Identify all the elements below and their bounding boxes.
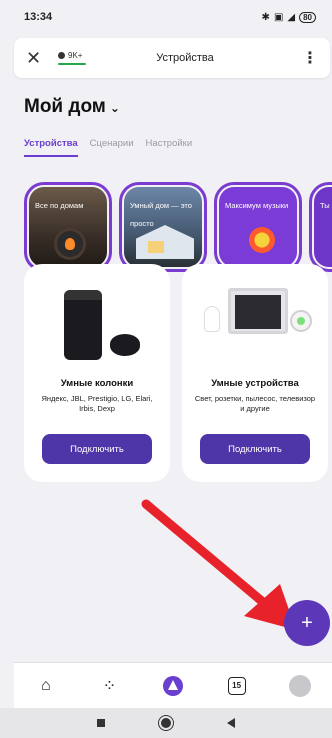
connect-devices-button[interactable]: Подключить: [200, 434, 310, 464]
story-image: Умный дом — это просто: [124, 187, 202, 267]
site-badge[interactable]: 9K+: [58, 51, 98, 65]
home-button-icon[interactable]: [161, 718, 171, 728]
card-smart-devices: Умные устройства Свет, розетки, пылесос,…: [182, 264, 328, 482]
stories-row: Все по домам Умный дом — это просто Макс…: [24, 182, 332, 272]
tab-bar: Устройства Сценарии Настройки: [24, 138, 192, 157]
story-image: Все по домам: [29, 187, 107, 267]
back-icon[interactable]: [227, 718, 235, 728]
music-ring-image: [249, 227, 275, 253]
chevron-down-icon: ⌄: [109, 101, 120, 115]
story-all-homes[interactable]: Все по домам: [24, 182, 112, 272]
calendar-icon[interactable]: 15: [225, 674, 249, 698]
robot-vacuum-image: [290, 310, 312, 332]
card-smart-speakers: Умные колонки Яндекс, JBL, Prestigio, LG…: [24, 264, 170, 482]
kebab-menu-icon[interactable]: ⋮: [302, 48, 318, 68]
tv-image: [228, 288, 288, 334]
apps-grid-icon[interactable]: ⁘: [97, 674, 121, 698]
signal-icon: ◢: [287, 11, 296, 23]
home-title: Мой дом: [24, 96, 106, 117]
battery-icon: 80: [299, 11, 316, 23]
story-music[interactable]: Максимум музыки: [214, 182, 302, 272]
profile-avatar[interactable]: [288, 674, 312, 698]
close-icon[interactable]: ✕: [26, 48, 48, 69]
avatar: [289, 674, 312, 697]
site-badge-row: 9K+: [58, 51, 82, 60]
phone-screen: 13:34 ✱ ▣ ◢ 80 ✕ 9K+ Устройства ⋮ Мой до…: [0, 0, 332, 738]
bluetooth-icon: ✱: [261, 11, 270, 23]
card-subtitle: Яндекс, JBL, Prestigio, LG, Elari, Irbis…: [41, 394, 153, 413]
story-label: Все по домам: [35, 201, 84, 210]
recents-icon[interactable]: [97, 719, 105, 727]
home-selector[interactable]: Мой дом ⌄: [24, 96, 120, 118]
story-image: Максимум музыки: [219, 187, 297, 267]
system-nav: [0, 708, 332, 738]
bulb-image: [204, 306, 220, 332]
tab-scenarios[interactable]: Сценарии: [90, 138, 134, 157]
story-partial[interactable]: Ты на: [309, 182, 332, 272]
arrow-shaft: [141, 499, 275, 613]
story-label: Умный дом — это просто: [130, 201, 192, 228]
home-icon[interactable]: ⌂: [34, 674, 58, 698]
site-progress-bar: [58, 63, 86, 65]
story-label: Ты на: [320, 201, 332, 210]
fireplace-image: [57, 231, 83, 257]
speaker-image: [64, 290, 102, 360]
card-title: Умные колонки: [60, 378, 134, 389]
browser-title: Устройства: [156, 52, 214, 64]
status-bar: 13:34 ✱ ▣ ◢ 80: [0, 0, 332, 34]
story-image: Ты на: [314, 187, 332, 267]
alice-icon[interactable]: [161, 674, 185, 698]
sim-icon: ▣: [273, 11, 284, 23]
calendar-day: 15: [227, 676, 246, 695]
site-label: 9K+: [68, 51, 83, 60]
story-label: Максимум музыки: [225, 201, 289, 210]
tab-settings[interactable]: Настройки: [146, 138, 193, 157]
story-smart-home[interactable]: Умный дом — это просто: [119, 182, 207, 272]
status-icons: ✱ ▣ ◢ 80: [261, 11, 316, 23]
house-image: [136, 225, 194, 259]
browser-bar: ✕ 9K+ Устройства ⋮: [14, 38, 330, 78]
connect-speakers-button[interactable]: Подключить: [42, 434, 152, 464]
battery-level: 80: [303, 12, 312, 22]
add-device-button[interactable]: +: [284, 600, 330, 646]
alice-button: [162, 675, 183, 696]
card-title: Умные устройства: [211, 378, 299, 389]
site-dot-icon: [58, 52, 65, 59]
card-subtitle: Свет, розетки, пылесос, телевизор и друг…: [194, 394, 316, 413]
mini-speaker-image: [110, 334, 140, 356]
device-cards: Умные колонки Яндекс, JBL, Prestigio, LG…: [24, 264, 328, 482]
tab-devices[interactable]: Устройства: [24, 138, 78, 157]
bottom-nav: ⌂ ⁘ 15: [14, 662, 332, 708]
status-time: 13:34: [24, 11, 53, 23]
